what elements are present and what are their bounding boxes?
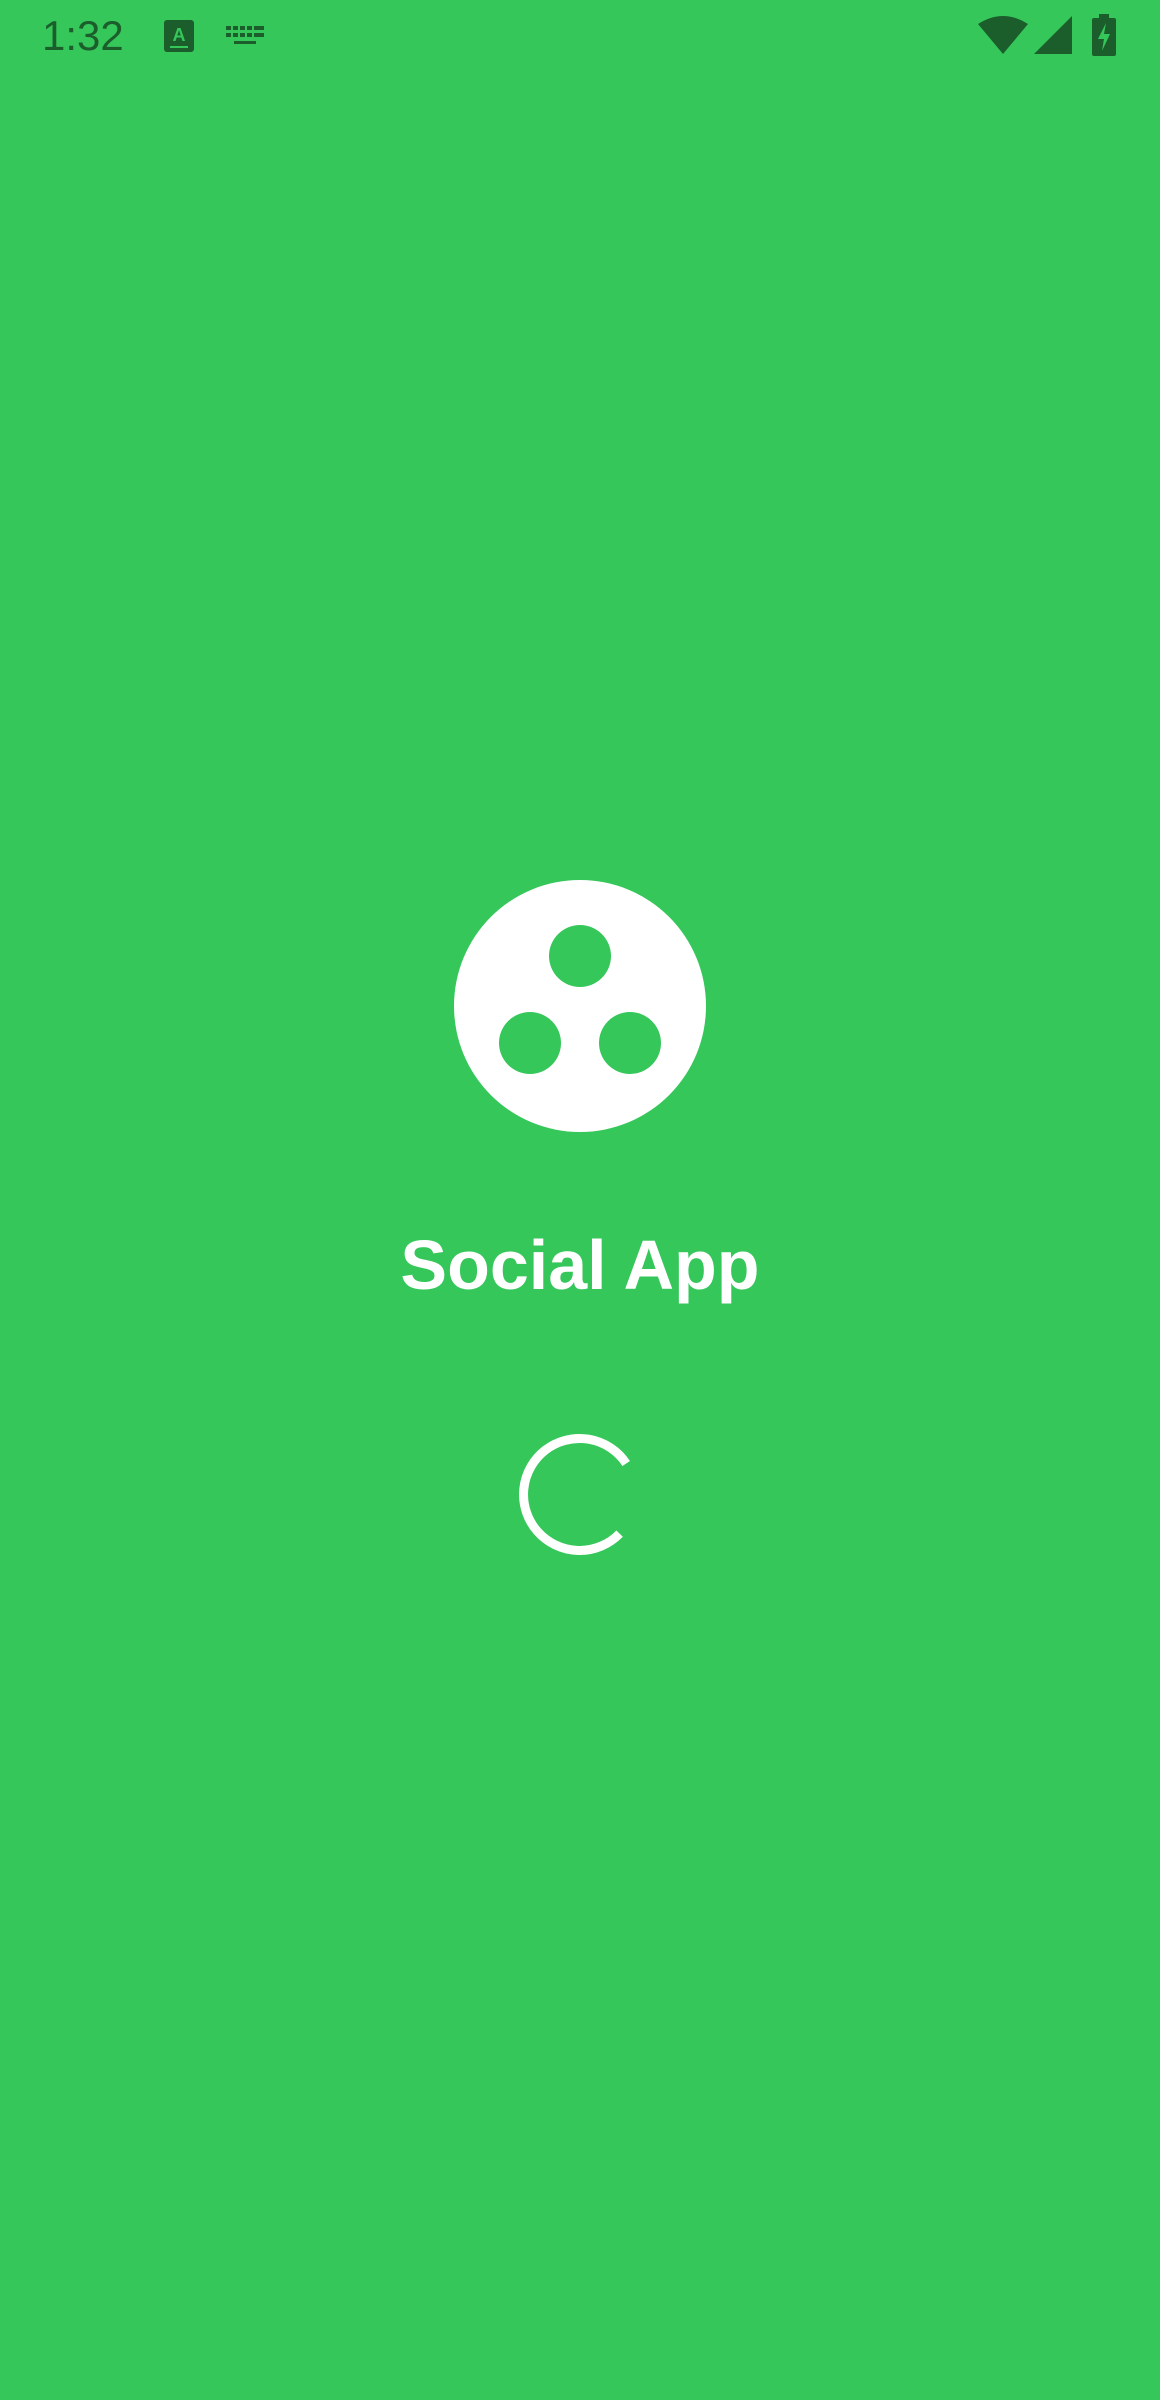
battery-charging-icon <box>1092 14 1116 56</box>
status-bar: 1:32 A <box>0 0 1160 72</box>
keyboard-icon <box>226 26 264 44</box>
svg-text:A: A <box>173 25 186 45</box>
loading-spinner <box>519 1433 630 1555</box>
social-app-logo-icon <box>454 880 706 1132</box>
splash-screen: 1:32 A Social App <box>0 0 1160 2400</box>
text-a-icon: A <box>164 20 194 52</box>
status-time: 1:32 <box>42 12 124 59</box>
cell-signal-icon <box>1034 16 1072 54</box>
app-name-title: Social App <box>400 1226 760 1304</box>
wifi-icon <box>978 16 1028 54</box>
